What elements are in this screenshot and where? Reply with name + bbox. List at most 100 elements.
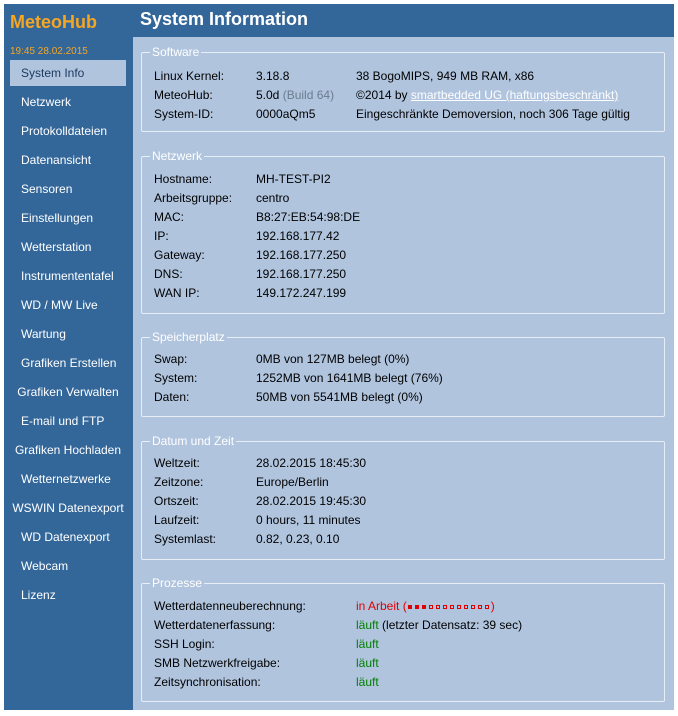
row-value: 5.0d (Build 64) [256, 86, 334, 105]
row-label: Wetterdatenerfassung: [154, 618, 276, 632]
row-label: SMB Netzwerkfreigabe: [154, 656, 281, 670]
progress-close: ) [490, 599, 495, 613]
row-label: System: [154, 371, 198, 385]
row-value: 3.18.8 [256, 69, 290, 83]
process-status: in Arbeit () [356, 597, 495, 616]
row-label: Wetterdatenneuberechnung: [154, 599, 306, 613]
sidebar-item-wartung[interactable]: Wartung [10, 321, 126, 350]
row-label: SSH Login: [154, 637, 215, 651]
progress-square [436, 604, 441, 609]
progress-square [429, 604, 434, 609]
row-value: MH-TEST-PI2 [256, 172, 331, 186]
process-status: läuft (letzter Datensatz: 39 sec) [356, 616, 522, 635]
row-label: Laufzeit: [154, 513, 200, 527]
row-value: 0MB von 127MB belegt (0%) [256, 352, 410, 366]
sidebar-item-lizenz[interactable]: Lizenz [10, 582, 126, 611]
row-label: DNS: [154, 267, 183, 281]
row-label: Zeitsynchronisation: [154, 675, 261, 689]
storage-section: Speicherplatz Swap: 0MB von 127MB belegt … [141, 330, 665, 417]
progress-indicator [407, 599, 491, 613]
progress-square [485, 604, 490, 609]
sidebar-item-grafiken-verwalten[interactable]: Grafiken Verwalten [10, 379, 126, 408]
section-legend: Prozesse [150, 576, 205, 590]
row-label: Weltzeit: [154, 456, 200, 470]
row-label: Swap: [154, 352, 188, 366]
sidebar-item-wswin-datenexport[interactable]: WSWIN Datenexport [10, 495, 126, 524]
row-label: IP: [154, 229, 169, 243]
row-label: Ortszeit: [154, 494, 199, 508]
app-logo: MeteoHub [10, 12, 97, 32]
sidebar-item-instrumententafel[interactable]: Instrumententafel [10, 263, 126, 292]
sidebar-item-einstellungen[interactable]: Einstellungen [10, 205, 126, 234]
sidebar-item-wd-datenexport[interactable]: WD Datenexport [10, 524, 126, 553]
sidebar-item-grafiken-erstellen[interactable]: Grafiken Erstellen [10, 350, 126, 379]
network-section: Netzwerk Hostname: MH-TEST-PI2 Arbeitsgru… [141, 149, 665, 314]
sidebar-item-system-info[interactable]: System Info [10, 60, 126, 86]
row-value: 0 hours, 11 minutes [256, 513, 361, 527]
row-value: 1252MB von 1641MB belegt (76%) [256, 371, 443, 385]
row-value: 50MB von 5541MB belegt (0%) [256, 390, 423, 404]
section-legend: Netzwerk [150, 149, 205, 163]
row-label: Daten: [154, 390, 190, 404]
sidebar-item-wetternetzwerke[interactable]: Wetternetzwerke [10, 466, 126, 495]
software-section: Software Linux Kernel: 3.18.8 38 BogoMIP… [141, 45, 665, 132]
sidebar-item-sensoren[interactable]: Sensoren [10, 176, 126, 205]
process-status: läuft [356, 637, 379, 651]
row-label: MeteoHub: [154, 88, 213, 102]
sidebar-item-wd-mw-live[interactable]: WD / MW Live [10, 292, 126, 321]
sidebar-item-netzwerk[interactable]: Netzwerk [10, 89, 126, 118]
page-title: System Information [140, 9, 309, 29]
status-note: (letzter Datensatz: 39 sec) [382, 618, 523, 632]
sidebar-item-protokolldateien[interactable]: Protokolldateien [10, 118, 126, 147]
row-value: Europe/Berlin [256, 475, 329, 489]
copyright: ©2014 by [356, 88, 408, 102]
progress-square [478, 604, 483, 609]
row-extra: ©2014 by smartbedded UG (haftungsbeschrä… [356, 86, 618, 105]
datetime-section: Datum und Zeit Weltzeit: 28.02.2015 18:45… [141, 434, 665, 560]
progress-square [422, 604, 427, 609]
row-value: 28.02.2015 18:45:30 [256, 456, 367, 470]
row-label: WAN IP: [154, 286, 200, 300]
progress-square [408, 604, 413, 609]
sidebar-item-email-ftp[interactable]: E-mail und FTP [10, 408, 126, 437]
row-value: 192.168.177.42 [256, 229, 340, 243]
row-label: Hostname: [154, 172, 213, 186]
row-value: 0000aQm5 [256, 107, 316, 121]
row-label: Zeitzone: [154, 475, 204, 489]
row-label: Linux Kernel: [154, 69, 225, 83]
row-extra: Eingeschränkte Demoversion, noch 306 Tag… [356, 107, 630, 121]
status-text: läuft [356, 618, 379, 632]
processes-section: Prozesse Wetterdatenneuberechnung: in Ar… [141, 576, 665, 702]
progress-square [415, 604, 420, 609]
sidebar-item-wetterstation[interactable]: Wetterstation [10, 234, 126, 263]
row-value: centro [256, 191, 290, 205]
app-frame: MeteoHub 19:45 28.02.2015 System Info Ne… [4, 4, 674, 710]
version: 5.0d [256, 88, 280, 102]
progress-square [457, 604, 462, 609]
sidebar-nav: System Info Netzwerk Protokolldateien Da… [10, 60, 126, 611]
sidebar-item-webcam[interactable]: Webcam [10, 553, 126, 582]
row-value: 28.02.2015 19:45:30 [256, 494, 367, 508]
row-value: 149.172.247.199 [256, 286, 347, 300]
sidebar: MeteoHub 19:45 28.02.2015 System Info Ne… [4, 4, 133, 710]
progress-square [464, 604, 469, 609]
progress-square [443, 604, 448, 609]
build-number: (Build 64) [282, 88, 335, 102]
row-extra: 38 BogoMIPS, 949 MB RAM, x86 [356, 69, 535, 83]
current-datetime: 19:45 28.02.2015 [10, 46, 88, 57]
row-value: 192.168.177.250 [256, 248, 347, 262]
row-label: System-ID: [154, 107, 214, 121]
row-value: 0.82, 0.23, 0.10 [256, 532, 340, 546]
progress-square [450, 604, 455, 609]
status-text: in Arbeit [356, 599, 400, 613]
sidebar-item-grafiken-hochladen[interactable]: Grafiken Hochladen [10, 437, 126, 466]
row-label: Systemlast: [154, 532, 217, 546]
row-label: Arbeitsgruppe: [154, 191, 233, 205]
vendor-link[interactable]: smartbedded UG (haftungsbeschränkt) [411, 88, 618, 102]
row-value: B8:27:EB:54:98:DE [256, 210, 361, 224]
row-value: 192.168.177.250 [256, 267, 347, 281]
row-label: Gateway: [154, 248, 205, 262]
section-legend: Datum und Zeit [150, 434, 237, 448]
sidebar-item-datenansicht[interactable]: Datenansicht [10, 147, 126, 176]
process-status: läuft [356, 656, 379, 670]
